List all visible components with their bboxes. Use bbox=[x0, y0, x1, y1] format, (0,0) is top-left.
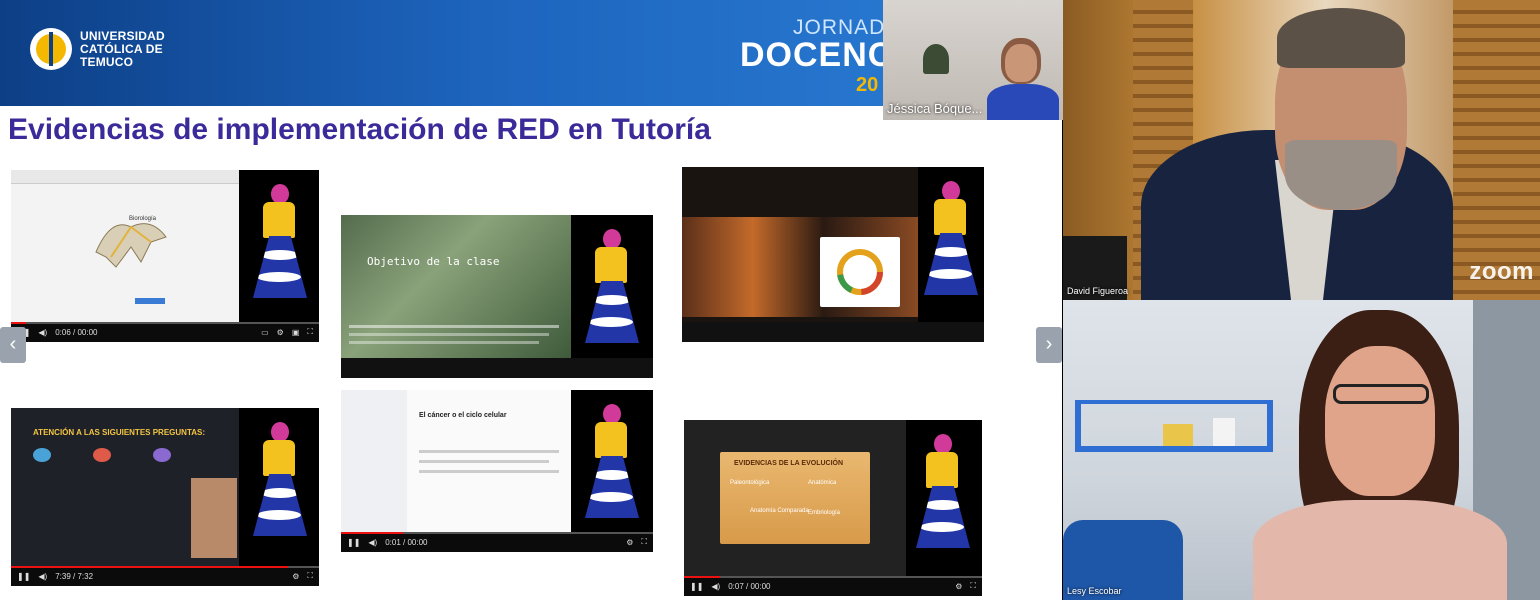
previous-arrow-button[interactable]: ‹ bbox=[0, 327, 26, 363]
evo-item: Anatomía Comparada bbox=[750, 508, 809, 514]
video-time: 0:07 / 00:00 bbox=[728, 581, 771, 591]
player-controls: ❚❚ ◀) 0:01 / 00:00 ⚙ ⛶ bbox=[341, 532, 653, 552]
video-screen: Objetivo de la clase bbox=[341, 215, 573, 358]
event-title-main: DOCENCI bbox=[740, 36, 904, 74]
video-screen: El cáncer o el ciclo celular bbox=[341, 390, 573, 532]
university-seal-icon bbox=[30, 28, 72, 70]
video-screen: EVIDENCIAS DE LA EVOLUCIÓN Paleontológic… bbox=[684, 420, 906, 576]
fullscreen-icon[interactable]: ⛶ bbox=[641, 537, 647, 547]
video-thumbnail-1[interactable]: Biorología ❚❚ ◀) 0:06 / 00:00 ▭ ⚙ ▣ ⛶ bbox=[11, 170, 319, 342]
zoom-watermark: zoom bbox=[1469, 258, 1534, 285]
video-thumbnail-6[interactable]: EVIDENCIAS DE LA EVOLUCIÓN Paleontológic… bbox=[684, 420, 982, 596]
slide-caption: Objetivo de la clase bbox=[367, 255, 500, 268]
video-screen: ATENCIÓN A LAS SIGUIENTES PREGUNTAS: bbox=[11, 408, 239, 566]
subtitles-icon[interactable]: ▭ bbox=[261, 328, 269, 337]
video-thumbnail-3[interactable] bbox=[682, 167, 984, 342]
volume-icon[interactable]: ◀) bbox=[711, 582, 720, 591]
slide-caption: EVIDENCIAS DE LA EVOLUCIÓN bbox=[734, 460, 844, 467]
volume-icon[interactable]: ◀) bbox=[368, 538, 377, 547]
video-thumbnail-5[interactable]: El cáncer o el ciclo celular ❚❚ ◀) 0:01 … bbox=[341, 390, 653, 552]
participant-name: Jéssica Bóque... bbox=[887, 101, 983, 116]
evo-item: Paleontológica bbox=[730, 480, 770, 486]
evo-item: Embriología bbox=[808, 510, 841, 516]
next-arrow-button[interactable]: › bbox=[1036, 327, 1062, 363]
participant-tile-jessica[interactable]: Jéssica Bóque... bbox=[883, 0, 1063, 120]
slide-caption: ATENCIÓN A LAS SIGUIENTES PREGUNTAS: bbox=[33, 428, 206, 437]
zoom-meeting-window: UNIVERSIDAD CATÓLICA DE TEMUCO JORNADA D… bbox=[0, 0, 1540, 600]
presenter-avatar bbox=[239, 408, 319, 566]
slide-caption: Biorología bbox=[129, 216, 157, 222]
video-time: 7:39 / 7:32 bbox=[55, 571, 94, 581]
settings-icon[interactable]: ⚙ bbox=[955, 582, 962, 591]
video-screen: Biorología bbox=[11, 170, 239, 322]
player-controls: ❚❚ ◀) 0:06 / 00:00 ▭ ⚙ ▣ ⛶ bbox=[11, 322, 319, 342]
logo-line-3: TEMUCO bbox=[80, 54, 134, 69]
university-logo: UNIVERSIDAD CATÓLICA DE TEMUCO bbox=[30, 28, 165, 70]
presenter-avatar bbox=[239, 170, 319, 322]
slide-caption: El cáncer o el ciclo celular bbox=[419, 412, 507, 419]
presenter-avatar bbox=[571, 215, 653, 358]
participant-tile-escobar[interactable]: Lesy Escobar bbox=[1063, 300, 1540, 600]
fullscreen-icon[interactable]: ⛶ bbox=[970, 581, 976, 591]
presenter-avatar bbox=[906, 420, 982, 576]
settings-icon[interactable]: ⚙ bbox=[292, 572, 299, 581]
evo-item: Anatómica bbox=[808, 480, 837, 486]
video-thumbnail-4[interactable]: ATENCIÓN A LAS SIGUIENTES PREGUNTAS: ❚❚ … bbox=[11, 408, 319, 586]
participant-tile-david[interactable]: David Figueroa zoom bbox=[1063, 0, 1540, 300]
miniplayer-icon[interactable]: ▣ bbox=[292, 328, 300, 337]
video-time: 0:06 / 00:00 bbox=[55, 327, 98, 337]
presenter-avatar bbox=[918, 167, 984, 322]
pause-icon[interactable]: ❚❚ bbox=[690, 582, 703, 591]
logo-line-1: UNIVERSIDAD bbox=[80, 28, 165, 43]
video-time: 0:01 / 00:00 bbox=[385, 537, 428, 547]
fullscreen-icon[interactable]: ⛶ bbox=[307, 327, 313, 337]
settings-icon[interactable]: ⚙ bbox=[626, 538, 633, 547]
player-controls: ❚❚ ◀) 7:39 / 7:32 ⚙ ⛶ bbox=[11, 566, 319, 586]
logo-line-2: CATÓLICA DE bbox=[80, 41, 163, 56]
pause-icon[interactable]: ❚❚ bbox=[17, 572, 30, 581]
volume-icon[interactable]: ◀) bbox=[38, 328, 47, 337]
fullscreen-icon[interactable]: ⛶ bbox=[307, 571, 313, 581]
cycle-diagram bbox=[820, 237, 900, 307]
participant-name: Lesy Escobar bbox=[1067, 586, 1122, 596]
settings-icon[interactable]: ⚙ bbox=[277, 328, 284, 337]
slide-title: Evidencias de implementación de RED en T… bbox=[8, 113, 711, 146]
pause-icon[interactable]: ❚❚ bbox=[347, 538, 360, 547]
video-thumbnail-2[interactable]: Objetivo de la clase bbox=[341, 215, 653, 378]
volume-icon[interactable]: ◀) bbox=[38, 572, 47, 581]
video-screen bbox=[682, 167, 918, 322]
participant-name: David Figueroa bbox=[1067, 286, 1129, 296]
event-year: 20 bbox=[856, 74, 879, 96]
presenter-avatar bbox=[571, 390, 653, 532]
player-controls: ❚❚ ◀) 0:07 / 00:00 ⚙ ⛶ bbox=[684, 576, 982, 596]
